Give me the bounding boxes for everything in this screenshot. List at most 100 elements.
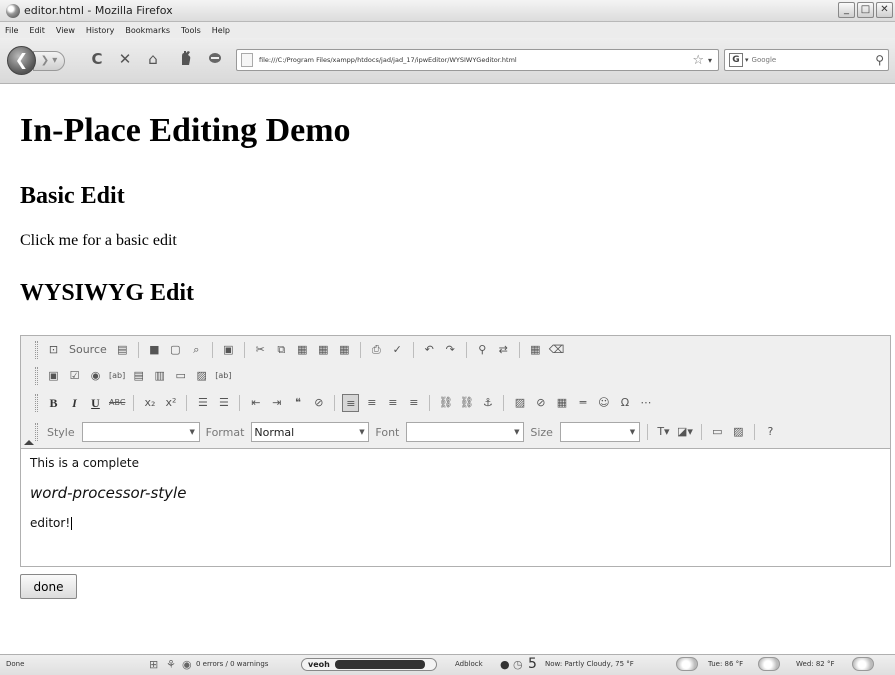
- back-button[interactable]: ❮: [7, 46, 36, 75]
- smiley-icon[interactable]: ☺: [595, 394, 612, 412]
- form-icon[interactable]: ▣: [45, 367, 62, 385]
- paste-word-icon[interactable]: ▦: [336, 341, 353, 359]
- weather-wed[interactable]: Wed: 82 °F: [796, 660, 835, 668]
- sidebar-icon[interactable]: [205, 50, 225, 68]
- strikethrough-button[interactable]: ABC: [108, 394, 126, 412]
- size-select[interactable]: ▼: [559, 422, 640, 442]
- search-bar[interactable]: G ▾ ⚲: [724, 49, 889, 71]
- search-engine-dropdown-icon[interactable]: ▾: [745, 56, 749, 64]
- source-button[interactable]: Source: [66, 341, 110, 359]
- menu-bookmarks[interactable]: Bookmarks: [125, 26, 170, 35]
- find-icon[interactable]: ⚲: [474, 341, 491, 359]
- bold-button[interactable]: B: [45, 394, 62, 412]
- replace-icon[interactable]: ⇄: [495, 341, 512, 359]
- chevron-down-icon[interactable]: ▼: [510, 423, 523, 441]
- table-icon[interactable]: ▦: [553, 394, 570, 412]
- chevron-down-icon[interactable]: ▼: [186, 423, 199, 441]
- flash-icon[interactable]: ⊘: [532, 394, 549, 412]
- menu-file[interactable]: File: [5, 26, 18, 35]
- url-text[interactable]: file:///C:/Program Files/xampp/htdocs/ja…: [259, 56, 692, 64]
- image-button-icon[interactable]: ▨: [193, 367, 210, 385]
- bookmark-star-icon[interactable]: ☆: [692, 53, 704, 68]
- background-color-icon[interactable]: ◪▾: [676, 423, 694, 441]
- veoh-controls[interactable]: [334, 660, 425, 669]
- adblock-label[interactable]: Adblock: [455, 660, 483, 668]
- chevron-down-icon[interactable]: ▼: [355, 423, 368, 441]
- extension-icon[interactable]: [176, 50, 196, 70]
- hidden-field-icon[interactable]: [ab]: [214, 367, 232, 385]
- textarea-icon[interactable]: ▤: [130, 367, 147, 385]
- cut-icon[interactable]: ✂: [252, 341, 269, 359]
- preview-icon[interactable]: ⌕: [188, 341, 205, 359]
- reload-icon[interactable]: C: [87, 50, 107, 68]
- menu-history[interactable]: History: [86, 26, 114, 35]
- blockquote-icon[interactable]: ❝: [289, 394, 306, 412]
- superscript-button[interactable]: x²: [162, 394, 179, 412]
- undo-icon[interactable]: ↶: [421, 341, 438, 359]
- div-container-icon[interactable]: ⊘: [310, 394, 327, 412]
- error-count[interactable]: 0 errors / 0 warnings: [196, 660, 268, 668]
- source-icon[interactable]: ⊡: [45, 341, 62, 359]
- unlink-icon[interactable]: ⛓: [458, 394, 475, 412]
- subscript-button[interactable]: x₂: [141, 394, 158, 412]
- menu-view[interactable]: View: [56, 26, 75, 35]
- forward-button[interactable]: ❯ ▾: [33, 51, 65, 71]
- clock-icon[interactable]: ◷: [513, 658, 523, 671]
- select-all-icon[interactable]: ▦: [527, 341, 544, 359]
- maximize-icon[interactable]: ▭: [709, 423, 726, 441]
- select-field-icon[interactable]: ▥: [151, 367, 168, 385]
- maximize-button[interactable]: □: [857, 2, 874, 18]
- home-icon[interactable]: ⌂: [143, 50, 163, 68]
- weather-now[interactable]: Now: Partly Cloudy, 75 °F: [545, 660, 634, 668]
- menu-edit[interactable]: Edit: [29, 26, 45, 35]
- outdent-icon[interactable]: ⇤: [247, 394, 264, 412]
- menu-tools[interactable]: Tools: [181, 26, 201, 35]
- menu-help[interactable]: Help: [212, 26, 230, 35]
- templates-doc-icon[interactable]: ▣: [220, 341, 237, 359]
- new-page-icon[interactable]: ▢: [167, 341, 184, 359]
- search-input[interactable]: [751, 56, 852, 64]
- align-center-icon[interactable]: ≡: [363, 394, 380, 412]
- paste-icon[interactable]: ▦: [294, 341, 311, 359]
- editor-content-area[interactable]: This is a complete word-processor-style …: [21, 448, 890, 566]
- veoh-player[interactable]: veoh: [301, 658, 437, 671]
- basic-edit-text[interactable]: Click me for a basic edit: [20, 232, 177, 250]
- done-button[interactable]: done: [20, 574, 77, 599]
- chevron-down-icon[interactable]: ▼: [626, 423, 639, 441]
- remove-format-icon[interactable]: ⌫: [548, 341, 566, 359]
- justify-icon[interactable]: ≡: [405, 394, 422, 412]
- paste-text-icon[interactable]: ▦: [315, 341, 332, 359]
- about-icon[interactable]: ?: [762, 423, 779, 441]
- font-select[interactable]: ▼: [406, 422, 525, 442]
- minimize-button[interactable]: _: [838, 2, 855, 18]
- validator-icon[interactable]: ◉: [182, 658, 192, 671]
- bulleted-list-icon[interactable]: ☰: [215, 394, 232, 412]
- save-icon[interactable]: ■: [146, 341, 163, 359]
- search-icon[interactable]: ⚲: [875, 53, 884, 67]
- addon-icon[interactable]: ●: [500, 658, 510, 671]
- numbered-list-icon[interactable]: ☰: [194, 394, 211, 412]
- button-field-icon[interactable]: ▭: [172, 367, 189, 385]
- indent-icon[interactable]: ⇥: [268, 394, 285, 412]
- underline-button[interactable]: U: [87, 394, 104, 412]
- show-blocks-icon[interactable]: ▨: [730, 423, 747, 441]
- align-right-icon[interactable]: ≡: [384, 394, 401, 412]
- radio-icon[interactable]: ◉: [87, 367, 104, 385]
- image-icon[interactable]: ▨: [511, 394, 528, 412]
- checkbox-icon[interactable]: ☑: [66, 367, 83, 385]
- special-char-icon[interactable]: Ω: [616, 394, 633, 412]
- align-left-icon[interactable]: ≡: [342, 394, 360, 412]
- stop-icon[interactable]: ✕: [115, 50, 135, 68]
- page-break-icon[interactable]: ⋯: [637, 394, 654, 412]
- templates-icon[interactable]: ▤: [114, 341, 131, 359]
- link-icon[interactable]: ⛓: [437, 394, 454, 412]
- close-button[interactable]: ✕: [876, 2, 893, 18]
- url-dropdown-icon[interactable]: ▾: [708, 56, 712, 65]
- console-icon[interactable]: ⊞: [149, 658, 158, 671]
- url-bar[interactable]: file:///C:/Program Files/xampp/htdocs/ja…: [236, 49, 719, 71]
- weather-tue[interactable]: Tue: 86 °F: [708, 660, 743, 668]
- horizontal-rule-icon[interactable]: ═: [574, 394, 591, 412]
- spellcheck-icon[interactable]: ✓: [389, 341, 406, 359]
- textfield-icon[interactable]: [ab]: [108, 367, 126, 385]
- redo-icon[interactable]: ↷: [442, 341, 459, 359]
